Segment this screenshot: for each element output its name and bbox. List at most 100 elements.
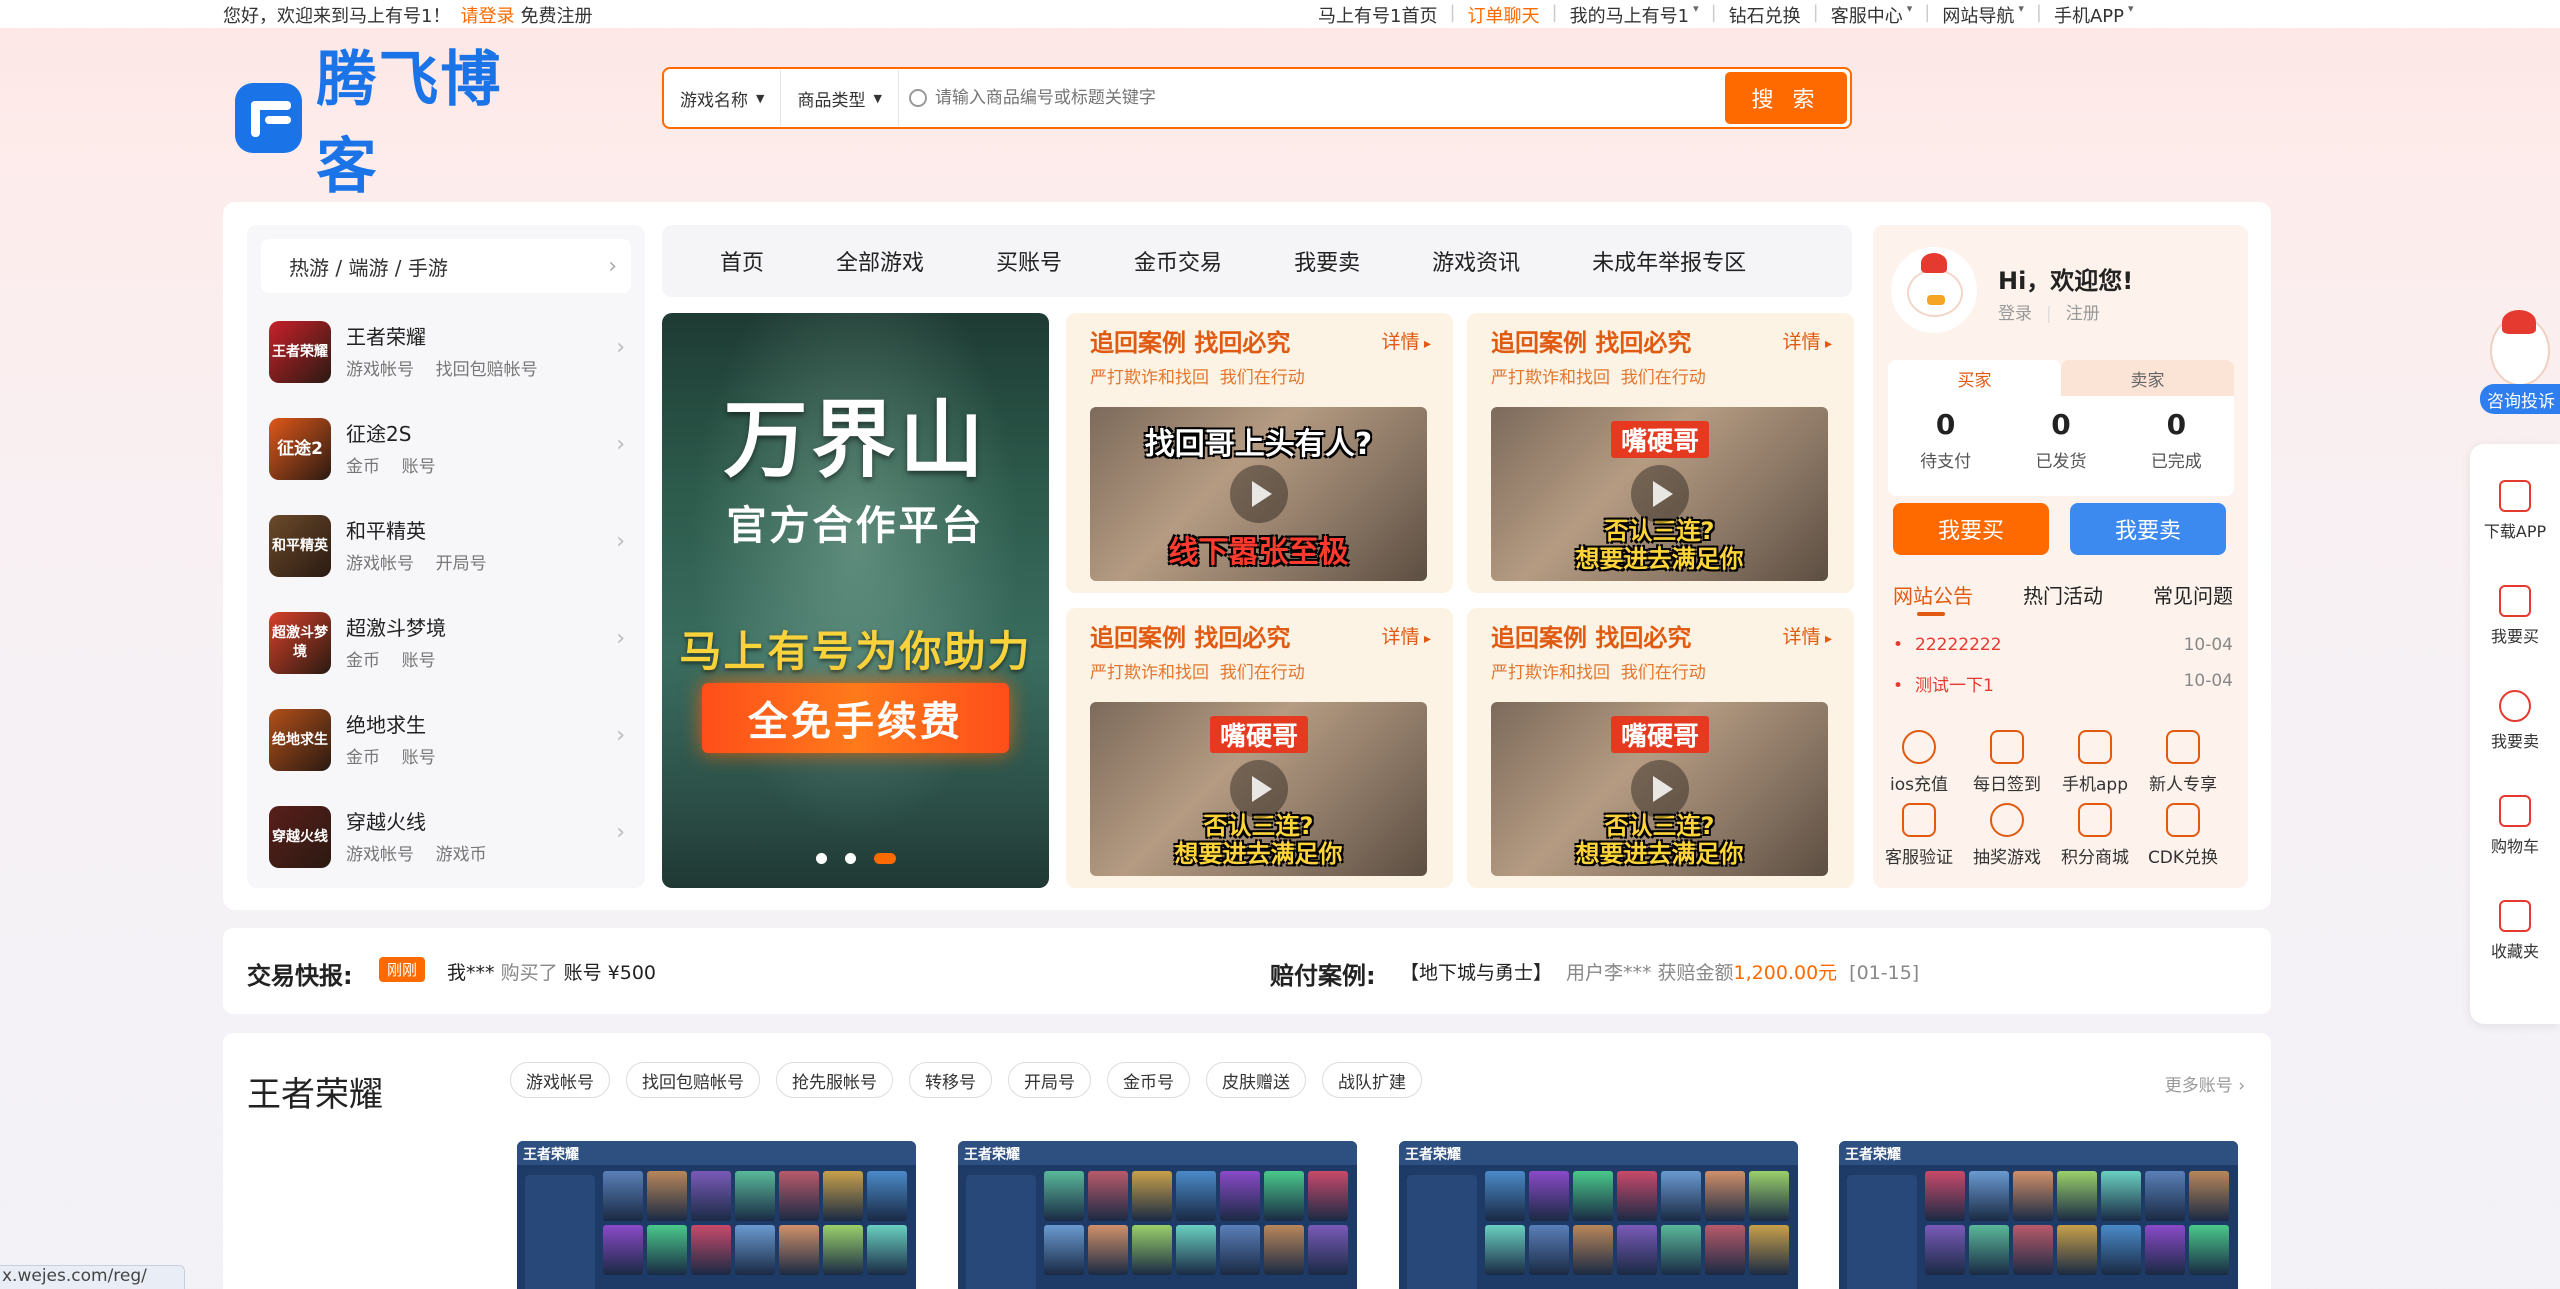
case-detail-link[interactable]: 详情 ▸ [1382,327,1432,354]
caret-right-icon: ▸ [1419,336,1431,352]
filter-chip[interactable]: 抢先服帐号 [776,1062,893,1098]
case-card[interactable]: 追回案例 找回必究 严打欺诈和找回 我们在行动 详情 ▸ 嘴硬哥 否认三连? 想要进去满… [1066,608,1453,888]
notice-tab[interactable]: 常见问题 [2153,580,2233,609]
login-link[interactable]: 登录 [1998,304,2032,324]
nav-item[interactable]: 首页 [720,245,764,277]
carousel-dot[interactable] [815,853,827,864]
filter-chip[interactable]: 皮肤赠送 [1206,1062,1306,1098]
notice-tab[interactable]: 热门活动 [2023,580,2103,609]
case-video[interactable]: 嘴硬哥 否认三连? 想要进去满足你 [1491,702,1828,876]
float-item[interactable]: 购物车 [2470,795,2560,857]
calendar-icon [1990,730,2024,764]
buy-button[interactable]: 我要买 [1893,503,2049,555]
quick-link[interactable]: 新人专享 [2143,730,2223,795]
quick-link[interactable]: CDK兑换 [2143,803,2223,868]
category-item[interactable]: 绝地求生 绝地求生 金币 账号 › [269,705,629,775]
account-thumbnail[interactable]: 王者荣耀 [958,1141,1357,1289]
category-item[interactable]: 征途2 征途2S 金币 账号 › [269,414,629,484]
quick-link[interactable]: ios充值 [1879,730,1959,795]
top-nav-link[interactable]: 网站导航 [1942,2,2014,28]
stat-item[interactable]: 0 已发货 [2003,396,2118,496]
quick-link[interactable]: 每日签到 [1967,730,2047,795]
case-video[interactable]: 嘴硬哥 否认三连? 想要进去满足你 [1090,702,1427,876]
account-thumbnail[interactable]: 王者荣耀 [1839,1141,2238,1289]
hero-portrait [2189,1171,2229,1221]
top-nav-link[interactable]: 钻石兑换 [1729,2,1801,28]
nav-item[interactable]: 游戏资讯 [1432,245,1520,277]
case-card[interactable]: 追回案例 找回必究 严打欺诈和找回 我们在行动 详情 ▸ 找回哥上头有人? 线下嚣张至极 [1066,313,1453,593]
category-item[interactable]: 王者荣耀 王者荣耀 游戏帐号 找回包赔帐号 › [269,317,629,387]
carousel-dot[interactable] [844,853,856,864]
more-accounts-link[interactable]: 更多账号 › [2165,1071,2245,1096]
product-type-select[interactable]: 商品类型 ▼ [781,70,899,126]
play-icon[interactable] [1631,465,1689,523]
category-item[interactable]: 超激斗梦境 超激斗梦境 金币 账号 › [269,608,629,678]
register-link[interactable]: 注册 [2066,304,2100,324]
filter-chip[interactable]: 战队扩建 [1322,1062,1422,1098]
category-item[interactable]: 和平精英 和平精英 游戏帐号 开局号 › [269,511,629,581]
hero-portrait [1529,1171,1569,1221]
case-card[interactable]: 追回案例 找回必究 严打欺诈和找回 我们在行动 详情 ▸ 嘴硬哥 否认三连? 想要进去满… [1467,608,1854,888]
sell-button[interactable]: 我要卖 [2070,503,2226,555]
ticker-message[interactable]: 我*** 购买了 账号 ¥500 [447,958,656,985]
search-button[interactable]: 搜 索 [1725,72,1847,124]
account-thumbnail[interactable]: 王者荣耀 [1399,1141,1798,1289]
float-item[interactable]: 我要买 [2470,585,2560,647]
case-detail-link[interactable]: 详情 ▸ [1382,622,1432,649]
nav-item[interactable]: 全部游戏 [836,245,924,277]
notice-item[interactable]: • 测试一下1 10-04 [1893,671,2233,696]
stat-item[interactable]: 0 待支付 [1888,396,2003,496]
hero-portrait [2057,1171,2097,1221]
float-item-label: 购物车 [2490,837,2539,856]
filter-chip[interactable]: 金币号 [1107,1062,1190,1098]
filter-chip[interactable]: 开局号 [1008,1062,1091,1098]
top-nav-link[interactable]: 客服中心 [1831,2,1903,28]
top-login-link[interactable]: 请登录 [460,6,514,27]
float-item[interactable]: 下载APP [2470,480,2560,542]
nav-item[interactable]: 我要卖 [1294,245,1360,277]
carousel-dot-active[interactable] [873,853,896,864]
tab-buyer[interactable]: 买家 [1888,360,2061,396]
top-nav-link[interactable]: 手机APP [2054,2,2124,28]
play-icon[interactable] [1230,465,1288,523]
case-video[interactable]: 嘴硬哥 否认三连? 想要进去满足你 [1491,407,1828,581]
float-item[interactable]: 我要卖 [2470,690,2560,752]
tab-seller[interactable]: 卖家 [2061,360,2234,396]
category-header[interactable]: 热游 / 端游 / 手游 › [261,239,631,293]
filter-chip[interactable]: 找回包赔帐号 [626,1062,760,1098]
play-icon[interactable] [1230,760,1288,818]
hero-portrait [647,1171,687,1221]
quick-link[interactable]: 积分商城 [2055,803,2135,868]
category-item[interactable]: 穿越火线 穿越火线 游戏帐号 游戏币 › [269,802,629,872]
site-logo[interactable]: 腾飞博客 [235,45,555,202]
quick-link[interactable]: 抽奖游戏 [1967,803,2047,868]
top-nav-link[interactable]: 马上有号1首页 [1318,2,1437,28]
filter-chip[interactable]: 游戏帐号 [510,1062,610,1098]
compensation-message[interactable]: 【地下城与勇士】 用户李*** 获赔金额1,200.00元 [01-15] [1400,958,1919,985]
notice-tab[interactable]: 网站公告 [1893,580,1973,616]
chevron-right-icon: › [616,432,625,457]
filter-chip[interactable]: 转移号 [909,1062,992,1098]
float-item[interactable]: 收藏夹 [2470,900,2560,962]
play-icon[interactable] [1631,760,1689,818]
complaint-widget[interactable]: 咨询投诉 [2462,310,2560,416]
notice-item[interactable]: • 22222222 10-04 [1893,635,2233,655]
case-detail-link[interactable]: 详情 ▸ [1783,622,1833,649]
nav-item[interactable]: 金币交易 [1134,245,1222,277]
quick-link[interactable]: 手机app [2055,730,2135,795]
nav-item[interactable]: 买账号 [996,245,1062,277]
game-name-select[interactable]: 游戏名称 ▼ [664,70,782,126]
case-card[interactable]: 追回案例 找回必究 严打欺诈和找回 我们在行动 详情 ▸ 嘴硬哥 否认三连? 想要进去满… [1467,313,1854,593]
case-video[interactable]: 找回哥上头有人? 线下嚣张至极 [1090,407,1427,581]
nav-item[interactable]: 未成年举报专区 [1592,245,1746,277]
promo-banner[interactable]: 万界山 官方合作平台 马上有号为你助力 全免手续费 [662,313,1049,888]
top-bar: 您好，欢迎来到马上有号1！ 请登录 免费注册 马上有号1首页 | 订单聊天 | 我的马上有号… [0,0,2560,28]
quick-link[interactable]: 客服验证 [1879,803,1959,868]
top-nav-link[interactable]: 订单聊天 [1468,2,1540,28]
top-nav-link[interactable]: 我的马上有号1 [1570,2,1689,28]
top-register-link[interactable]: 免费注册 [520,6,592,27]
search-input[interactable] [934,88,1725,108]
stat-item[interactable]: 0 已完成 [2119,396,2234,496]
account-thumbnail[interactable]: 王者荣耀 [517,1141,916,1289]
case-detail-link[interactable]: 详情 ▸ [1783,327,1833,354]
